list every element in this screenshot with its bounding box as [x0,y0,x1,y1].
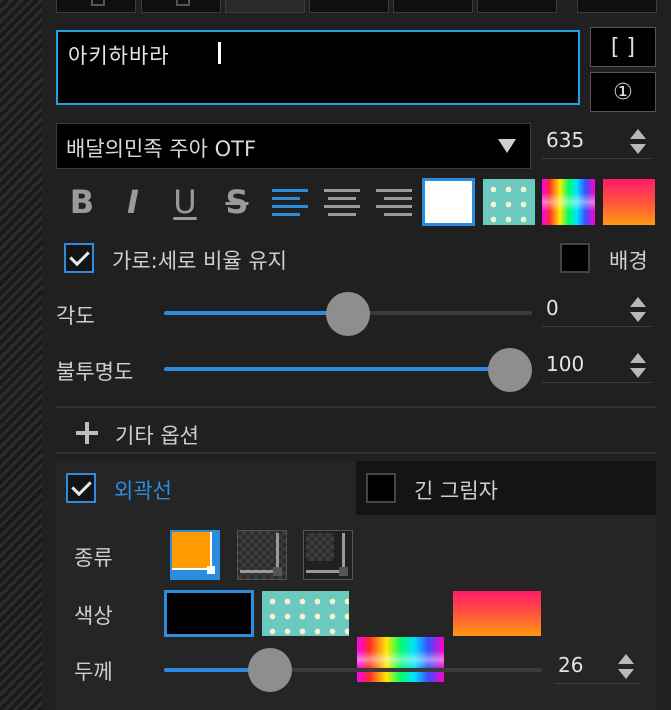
font-select-value: 배달의민족 주아 OTF [66,137,257,161]
outline-checkbox[interactable] [66,473,96,503]
outline-gradient-swatch[interactable] [453,591,541,636]
arrow-down-icon[interactable] [630,368,646,378]
arrow-up-icon[interactable] [630,297,646,307]
text-input[interactable]: 아키하바라 [56,30,580,105]
brackets-button[interactable]: [ ] [590,27,656,67]
angle-value: 0 [546,296,559,320]
align-left-button[interactable] [270,183,310,223]
opacity-label: 불투명도 [56,360,134,384]
outline-edge-icon [210,532,212,570]
text-input-value: 아키하바라 [68,44,170,68]
more-options-toggle[interactable]: 기타 옵션 [72,418,312,450]
bold-button[interactable]: B [59,180,105,224]
arrow-down-icon[interactable] [630,312,646,322]
outline-black-swatch[interactable] [164,590,254,637]
fill-dots-swatch[interactable] [483,179,535,225]
underline-icon: U [173,183,197,221]
toolbar-button-6[interactable] [477,0,557,13]
outline-type-solid[interactable] [170,530,220,580]
italic-icon: I [127,183,139,221]
thickness-stepper[interactable]: 26 [554,651,640,684]
strikethrough-button[interactable]: S [214,180,260,224]
effect-tabs: 외곽선 긴 그림자 [56,461,656,515]
more-options-label: 기타 옵션 [115,424,199,448]
tab-outline[interactable]: 외곽선 [56,461,356,515]
text-caret [218,42,221,64]
opacity-slider-handle[interactable] [488,348,532,392]
left-edge-strip [0,0,43,710]
font-select[interactable]: 배달의민족 주아 OTF [56,123,531,169]
thickness-value: 26 [558,653,584,677]
orange-fill-icon [172,532,212,570]
arrow-up-icon[interactable] [630,129,646,139]
thickness-slider[interactable] [164,668,542,672]
circled-number-button[interactable]: ① [590,72,656,112]
long-shadow-checkbox[interactable] [366,473,396,503]
outline-edge-icon [172,568,212,570]
opacity-value: 100 [546,352,585,376]
arrow-down-icon[interactable] [618,669,634,679]
angle-stepper[interactable]: 0 [542,294,652,327]
outline-tab-label: 외곽선 [114,479,172,503]
toolbar-button-7[interactable] [577,0,657,13]
fill-white-swatch[interactable] [422,178,475,226]
fill-gradient-swatch[interactable] [603,179,655,225]
keep-aspect-label: 가로:세로 비율 유지 [112,249,287,273]
background-label: 배경 [609,249,648,273]
outline-type-label: 종류 [74,546,113,570]
toolbar-button-5[interactable] [393,0,473,13]
opacity-slider[interactable] [164,367,510,371]
align-center-button[interactable] [322,183,362,223]
outline-rainbow-swatch[interactable] [357,637,444,682]
section-divider [56,406,656,408]
thickness-label: 두께 [74,660,113,684]
keep-aspect-checkbox[interactable] [64,243,94,273]
tab-long-shadow[interactable]: 긴 그림자 [356,461,656,515]
toolbar-button-4[interactable] [309,0,389,13]
arrow-down-icon[interactable] [630,144,646,154]
brackets-label: [ ] [610,34,636,60]
circled-number-label: ① [613,79,633,105]
toolbar-button-3[interactable] [225,0,305,13]
long-shadow-tab-label: 긴 그림자 [414,479,498,503]
arrow-up-icon[interactable] [618,654,634,664]
section-divider [56,452,656,454]
corner-handle-icon [339,567,348,576]
corner-handle-icon [207,566,215,574]
corner-handle-icon [273,567,282,576]
arrow-up-icon[interactable] [630,353,646,363]
bold-icon: B [69,183,95,221]
strikethrough-icon: S [225,183,249,221]
angle-slider-fill [164,311,348,315]
font-size-stepper[interactable]: 635 [542,126,652,159]
toolbar-button-1[interactable] [56,0,136,13]
fill-rainbow-swatch[interactable] [542,179,595,225]
angle-slider-handle[interactable] [326,292,370,336]
toolbar-button-2[interactable] [141,0,221,13]
underline-button[interactable]: U [162,180,208,224]
outline-type-shadow-2[interactable] [303,530,353,580]
angle-label: 각도 [56,304,95,328]
italic-button[interactable]: I [110,180,156,224]
plus-icon [76,422,98,444]
text-settings-panel: 아키하바라 [ ] ① 배달의민족 주아 OTF 635 B I U S 가로:… [42,0,671,710]
outline-type-shadow-1[interactable] [237,530,287,580]
opacity-slider-fill [164,367,510,371]
outline-dots-swatch[interactable] [262,591,349,636]
font-size-value: 635 [546,128,585,152]
chevron-down-icon [498,139,516,153]
background-checkbox[interactable] [560,243,590,273]
checker-pattern-icon [306,533,334,561]
align-right-button[interactable] [374,183,414,223]
thickness-slider-handle[interactable] [247,648,292,692]
outline-color-label: 색상 [74,604,113,628]
opacity-stepper[interactable]: 100 [542,350,652,383]
